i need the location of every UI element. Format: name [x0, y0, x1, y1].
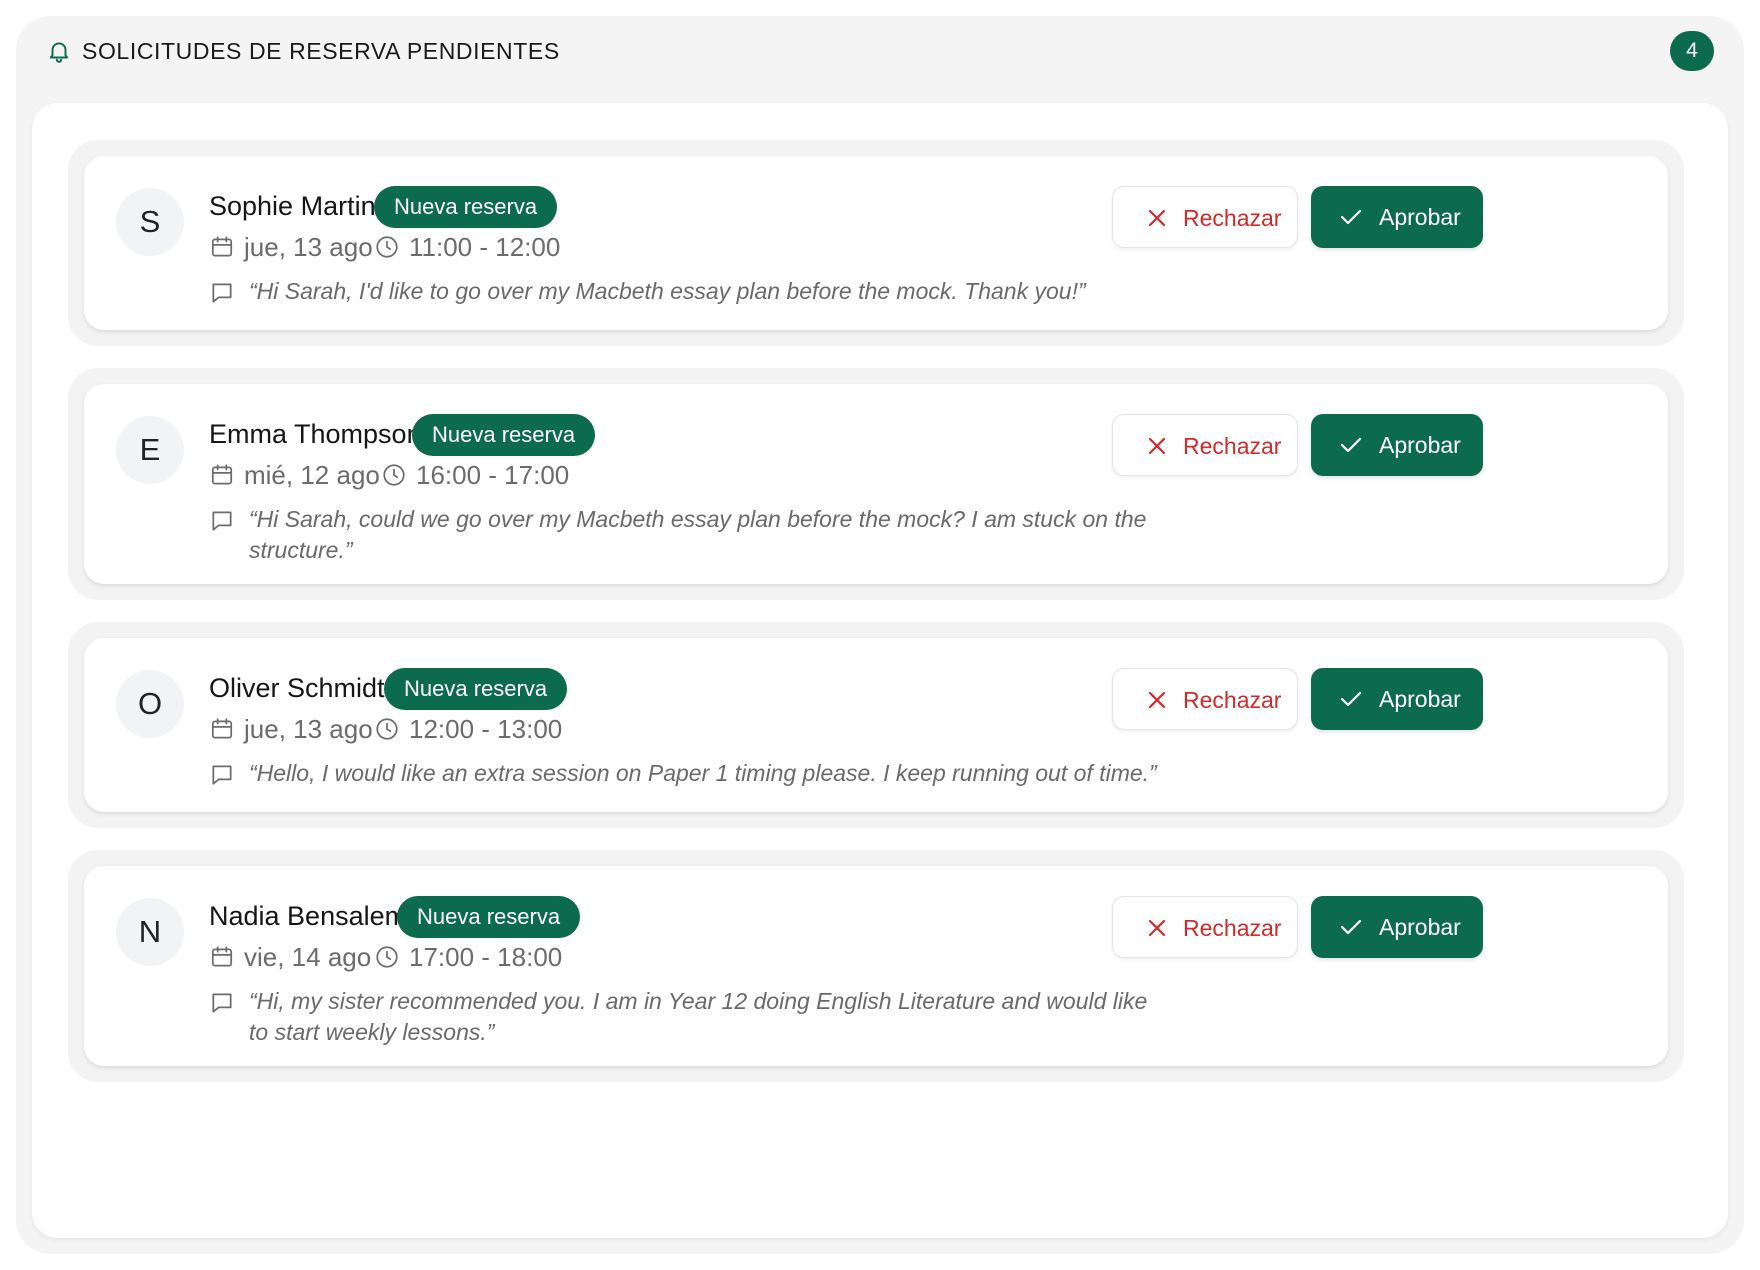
reject-button-label: Rechazar: [1183, 915, 1282, 941]
request-card-frame: N Nadia Bensalem Nueva reserva vie, 14 a…: [68, 850, 1684, 1082]
reject-button[interactable]: Rechazar: [1112, 186, 1298, 248]
request-message: “Hi, my sister recommended you. I am in …: [249, 988, 1148, 1045]
booking-time: 16:00 - 17:00: [416, 460, 570, 490]
approve-button-label: Aprobar: [1379, 914, 1461, 940]
close-icon: [1148, 437, 1166, 455]
booking-time: 17:00 - 18:00: [409, 942, 563, 972]
new-booking-badge: Nueva reserva: [412, 414, 596, 456]
reject-button-label: Rechazar: [1183, 687, 1282, 713]
approve-button-label: Aprobar: [1379, 686, 1461, 712]
new-booking-badge: Nueva reserva: [397, 896, 581, 938]
check-icon: [1340, 437, 1362, 453]
request-card-frame: E Emma Thompson Nueva reserva mié, 12 ag…: [68, 368, 1684, 600]
calendar-icon: [211, 946, 233, 967]
requester-name: Emma Thompson: [209, 419, 422, 449]
request-card: E Emma Thompson Nueva reserva mié, 12 ag…: [84, 384, 1668, 584]
booking-date: jue, 13 ago: [244, 232, 373, 262]
avatar: N: [116, 898, 184, 966]
close-icon: [1148, 691, 1166, 709]
new-booking-badge: Nueva reserva: [374, 186, 558, 228]
chat-bubble-icon: [212, 993, 232, 1013]
clock-icon: [383, 464, 405, 486]
reject-button[interactable]: Rechazar: [1112, 414, 1298, 476]
approve-button-label: Aprobar: [1379, 204, 1461, 230]
approve-button[interactable]: Aprobar: [1311, 186, 1483, 248]
requester-name: Nadia Bensalem: [209, 901, 408, 931]
booking-date: mié, 12 ago: [244, 460, 380, 490]
booking-time: 12:00 - 13:00: [409, 714, 563, 744]
request-card: N Nadia Bensalem Nueva reserva vie, 14 a…: [84, 866, 1668, 1066]
panel-header: SOLICITUDES DE RESERVA PENDIENTES 4: [16, 16, 1744, 106]
check-icon: [1340, 919, 1362, 935]
chat-bubble-icon: [212, 511, 232, 531]
request-card: S Sophie Martin Nueva reserva jue, 13 ag…: [84, 156, 1668, 330]
calendar-icon: [211, 236, 233, 257]
check-icon: [1340, 209, 1362, 225]
request-card-frame: O Oliver Schmidt Nueva reserva jue, 13 a…: [68, 622, 1684, 828]
check-icon: [1340, 691, 1362, 707]
panel-title: SOLICITUDES DE RESERVA PENDIENTES: [82, 38, 560, 64]
reject-button-label: Rechazar: [1183, 433, 1282, 459]
clock-icon: [376, 718, 398, 740]
approve-button[interactable]: Aprobar: [1311, 414, 1483, 476]
booking-date: vie, 14 ago: [244, 942, 372, 972]
requester-name: Oliver Schmidt: [209, 673, 385, 703]
approve-button[interactable]: Aprobar: [1311, 896, 1483, 958]
clock-icon: [376, 946, 398, 968]
new-booking-badge: Nueva reserva: [384, 668, 568, 710]
request-card: O Oliver Schmidt Nueva reserva jue, 13 a…: [84, 638, 1668, 812]
avatar: E: [116, 416, 184, 484]
booking-date: jue, 13 ago: [244, 714, 373, 744]
reject-button[interactable]: Rechazar: [1112, 668, 1298, 730]
calendar-icon: [211, 464, 233, 485]
request-message: “Hi Sarah, I'd like to go over my Macbet…: [249, 278, 1086, 304]
request-list: S Sophie Martin Nueva reserva jue, 13 ag…: [32, 103, 1728, 1238]
pending-count-badge: 4: [1670, 31, 1714, 71]
reject-button-label: Rechazar: [1183, 205, 1282, 231]
approve-button[interactable]: Aprobar: [1311, 668, 1483, 730]
calendar-icon: [211, 718, 233, 739]
approve-button-label: Aprobar: [1379, 432, 1461, 458]
request-card-frame: S Sophie Martin Nueva reserva jue, 13 ag…: [68, 140, 1684, 346]
close-icon: [1148, 209, 1166, 227]
chat-bubble-icon: [212, 765, 232, 785]
avatar: S: [116, 188, 184, 256]
bell-icon: [49, 42, 69, 63]
pending-requests-panel: SOLICITUDES DE RESERVA PENDIENTES 4 S So…: [16, 16, 1744, 1254]
booking-time: 11:00 - 12:00: [409, 232, 561, 262]
clock-icon: [376, 236, 398, 258]
reject-button[interactable]: Rechazar: [1112, 896, 1298, 958]
request-message: “Hi Sarah, could we go over my Macbeth e…: [249, 506, 1147, 563]
chat-bubble-icon: [212, 283, 232, 303]
request-message: “Hello, I would like an extra session on…: [249, 760, 1157, 786]
avatar: O: [116, 670, 184, 738]
requester-name: Sophie Martin: [209, 191, 376, 221]
close-icon: [1148, 919, 1166, 937]
